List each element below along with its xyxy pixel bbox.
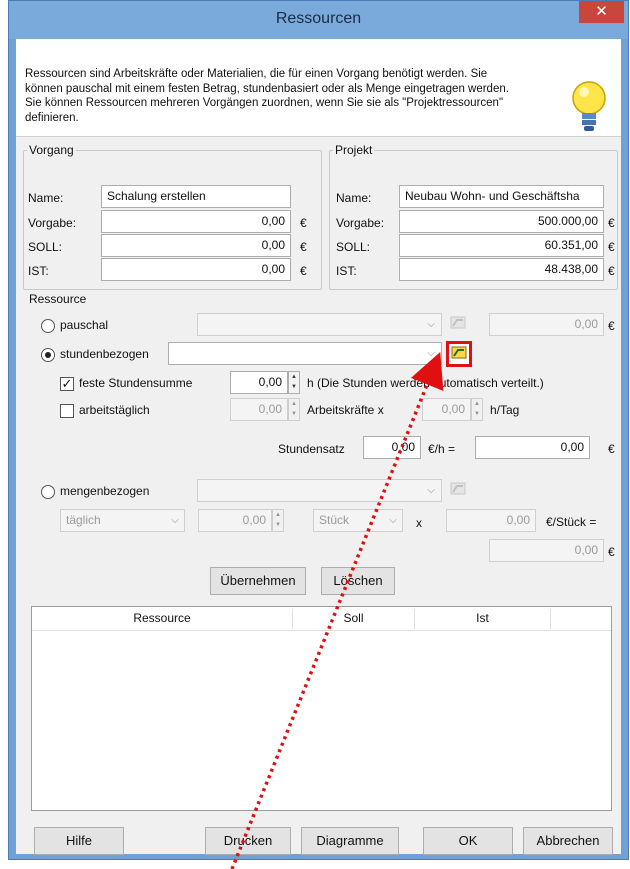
annotation-arrow — [230, 352, 444, 869]
